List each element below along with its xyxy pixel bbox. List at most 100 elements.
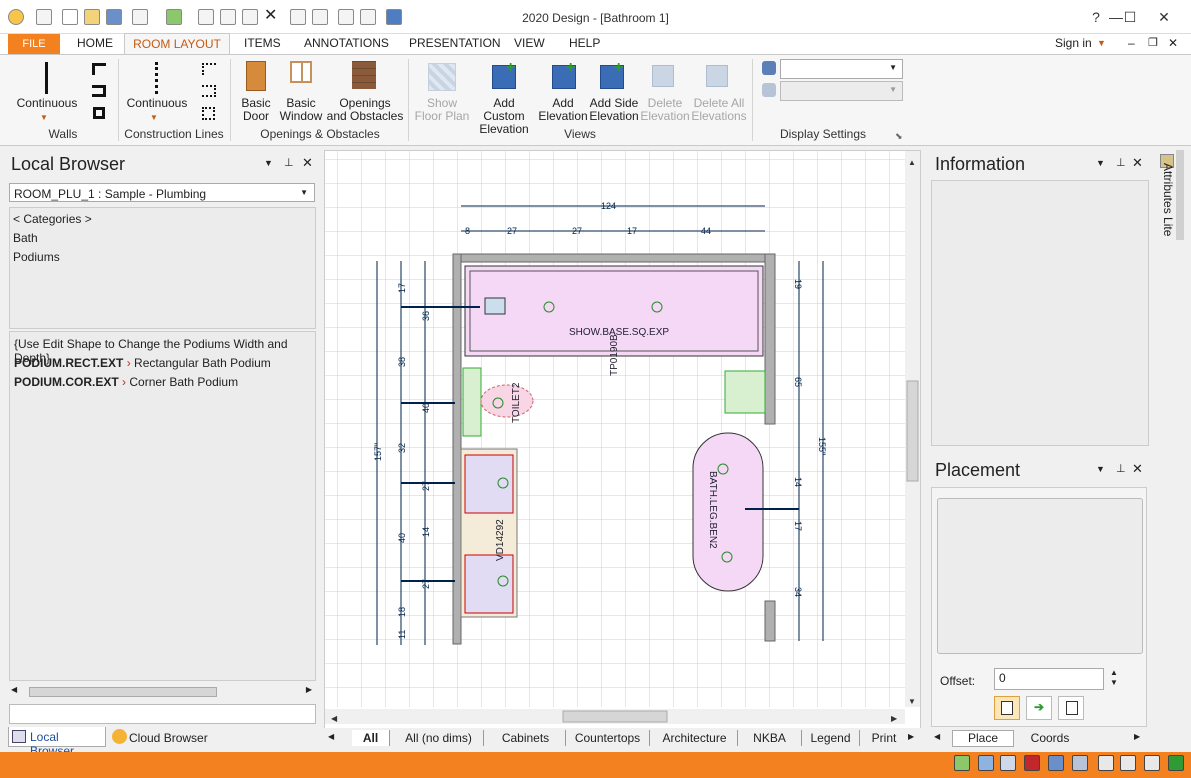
layers-icon[interactable] [954, 755, 970, 771]
dim-right-total: 155" [817, 437, 827, 455]
ribbon-minimize-icon[interactable]: – [1128, 36, 1135, 50]
construction-corner-icon[interactable] [202, 63, 216, 75]
horizontal-scrollbar[interactable]: ◀ ▶ [9, 684, 316, 700]
basic-window-button[interactable]: Basic Window [278, 97, 324, 123]
offset-input[interactable]: 0 [994, 668, 1104, 690]
pin-icon[interactable]: ⊥ [284, 156, 294, 169]
tab-cabinets[interactable]: Cabinets [486, 730, 566, 746]
construction-ushape-icon[interactable] [202, 85, 216, 97]
place-new-button[interactable] [994, 696, 1020, 720]
drawing-canvas[interactable]: SHOW.BASE.SQ.EXP TP0190B TOILET2 VD14292… [324, 150, 921, 748]
horizontal-scroll-thumb[interactable] [562, 710, 668, 723]
sign-in-link[interactable]: Sign in [1055, 36, 1092, 50]
close-icon[interactable]: ✕ [302, 155, 313, 171]
tab-countertops[interactable]: Countertops [566, 730, 650, 746]
continuous-wall-dropdown-icon[interactable]: ▼ [40, 111, 48, 124]
close-button[interactable]: ✕ [1154, 8, 1174, 26]
grid-icon[interactable] [978, 755, 994, 771]
tab-cloud-browser[interactable]: Cloud Browser [110, 727, 220, 747]
help-icon[interactable]: ? [1086, 8, 1106, 26]
scroll-right-icon[interactable]: ▶ [306, 685, 312, 694]
scroll-down-icon[interactable]: ▼ [908, 697, 916, 706]
dialog-launcher-icon[interactable]: ⬊ [895, 131, 903, 142]
ribbon-close-icon[interactable]: ✕ [1168, 36, 1178, 50]
wall-ushape-icon[interactable] [92, 85, 106, 97]
vertical-scroll-thumb[interactable] [906, 380, 919, 482]
tab-help[interactable]: HELP [569, 36, 600, 50]
sign-in-dropdown-icon[interactable]: ▼ [1097, 38, 1106, 48]
measure-icon[interactable] [1072, 755, 1088, 771]
tab-coords[interactable]: Coords [1016, 731, 1084, 747]
tab-view[interactable]: VIEW [514, 36, 545, 50]
category-bath[interactable]: Bath [13, 231, 38, 245]
panel-menu-icon[interactable]: ▼ [264, 158, 273, 168]
scroll-up-icon[interactable]: ▲ [908, 158, 916, 167]
tabs-scroll-left-icon[interactable]: ◀ [328, 732, 334, 741]
continuous-wall-button[interactable]: Continuous [14, 97, 80, 110]
close-icon[interactable]: ✕ [1132, 155, 1143, 171]
tab-file[interactable]: FILE [8, 34, 60, 54]
camera-icon[interactable] [1098, 755, 1114, 771]
display-settings-select-1[interactable]: ▼ [780, 59, 903, 79]
tab-print[interactable]: Print [862, 730, 906, 746]
continuous-construction-button[interactable]: Continuous [124, 97, 190, 110]
delete-all-elevations-button: Delete All Elevations [690, 97, 748, 123]
toilet-tank[interactable] [462, 367, 482, 437]
place-next-button[interactable]: ➔ [1026, 696, 1052, 720]
wall-corner-icon[interactable] [92, 63, 106, 75]
categories-back[interactable]: < Categories > [13, 212, 92, 226]
floor-plan[interactable]: SHOW.BASE.SQ.EXP TP0190B TOILET2 VD14292… [325, 151, 920, 747]
tabs-scroll-right-icon[interactable]: ▶ [1134, 732, 1140, 741]
basic-door-button[interactable]: Basic Door [236, 97, 276, 123]
scroll-left-icon[interactable]: ◀ [11, 685, 17, 694]
tab-items[interactable]: ITEMS [244, 36, 281, 50]
tab-nkba[interactable]: NKBA [738, 730, 802, 746]
panel-menu-icon[interactable]: ▼ [1096, 158, 1105, 168]
list-item[interactable]: PODIUM.COR.EXT › Corner Bath Podium [14, 375, 238, 389]
search-input[interactable] [9, 704, 316, 724]
add-side-elevation-button[interactable]: Add Side Elevation [588, 97, 640, 123]
category-podiums[interactable]: Podiums [13, 250, 60, 264]
maximize-button[interactable]: ☐ [1120, 8, 1140, 26]
ribbon-restore-icon[interactable]: ❐ [1148, 36, 1158, 49]
wall-rectangle-icon[interactable] [93, 107, 105, 119]
close-icon[interactable]: ✕ [1132, 461, 1143, 477]
place-copy-button[interactable] [1058, 696, 1084, 720]
display-settings-select-2[interactable]: ▼ [780, 81, 903, 101]
construction-rectangle-icon[interactable] [202, 107, 215, 120]
flag-icon[interactable] [1168, 755, 1184, 771]
tab-all[interactable]: All [352, 730, 390, 746]
add-elevation-button[interactable]: Add Elevation [538, 97, 588, 123]
display-icon[interactable] [1120, 755, 1136, 771]
tab-all-no-dims[interactable]: All (no dims) [394, 730, 484, 746]
panel-menu-icon[interactable]: ▼ [1096, 464, 1105, 474]
scroll-left-icon[interactable]: ◀ [331, 714, 338, 723]
pin-icon[interactable]: ⊥ [1116, 462, 1126, 475]
tabs-scroll-left-icon[interactable]: ◀ [934, 732, 940, 741]
object-snap-icon[interactable] [1024, 755, 1040, 771]
tab-place[interactable]: Place [952, 730, 1014, 747]
scroll-right-icon[interactable]: ▶ [891, 714, 898, 723]
construction-dropdown-icon[interactable]: ▼ [150, 111, 158, 124]
panel-icon[interactable] [1144, 755, 1160, 771]
catalog-select[interactable]: ROOM_PLU_1 : Sample - Plumbing ▼ [9, 183, 315, 202]
tab-annotations[interactable]: ANNOTATIONS [304, 36, 389, 50]
tab-home[interactable]: HOME [77, 36, 113, 50]
tabs-scroll-right-icon[interactable]: ▶ [908, 732, 914, 741]
bathtub[interactable] [692, 432, 764, 592]
toilet-bowl[interactable] [480, 384, 534, 418]
offset-stepper[interactable]: ▲ ▼ [1110, 668, 1118, 688]
tab-legend[interactable]: Legend [802, 730, 860, 746]
openings-obstacles-button[interactable]: Openings and Obstacles [326, 97, 404, 123]
ortho-icon[interactable] [1048, 755, 1064, 771]
right-scrollbar[interactable] [1176, 150, 1184, 240]
list-item[interactable]: PODIUM.RECT.EXT › Rectangular Bath Podiu… [14, 356, 271, 370]
tab-local-browser[interactable]: Local Browser [8, 727, 106, 758]
tab-presentation[interactable]: PRESENTATION [409, 36, 501, 50]
pin-icon[interactable]: ⊥ [1116, 156, 1126, 169]
delete-all-elevations-icon [706, 65, 728, 87]
tab-architecture[interactable]: Architecture [652, 730, 738, 746]
tab-room-layout[interactable]: ROOM LAYOUT [124, 33, 230, 55]
snap-icon[interactable] [1000, 755, 1016, 771]
scroll-thumb[interactable] [29, 687, 217, 697]
